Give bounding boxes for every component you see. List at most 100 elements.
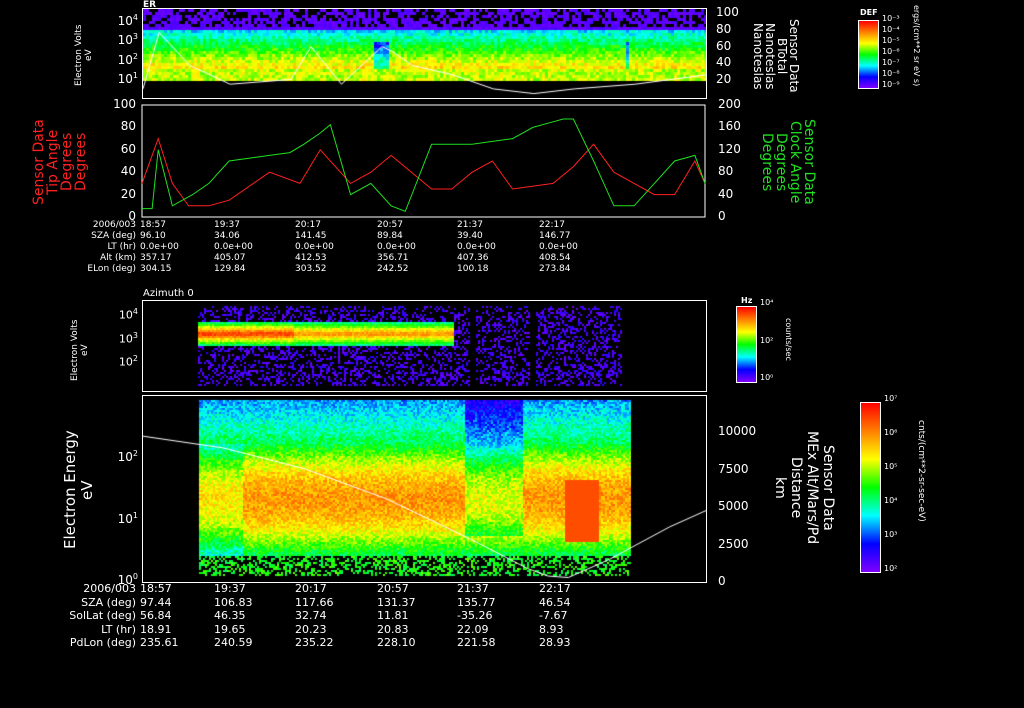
row-value: 19:37: [214, 582, 246, 595]
row-value: -35.26: [457, 609, 493, 622]
tick-base: 7500: [718, 461, 749, 476]
row-value: 117.66: [295, 595, 334, 609]
tick-base: 40: [120, 164, 136, 179]
tick-base: 10: [117, 72, 133, 86]
row-label: PdLon (deg): [69, 636, 136, 649]
tick-label: 80: [718, 164, 733, 178]
row-label: 2006/003: [83, 582, 136, 595]
tick-base: 0: [718, 209, 726, 223]
tick-base: 80: [716, 21, 732, 36]
def-colorbar-unit: ergs/(cm**2 sr eV s): [912, 5, 921, 87]
ll3: Degrees: [73, 132, 89, 192]
row-value: 303.52: [295, 264, 327, 274]
def-colorbar: [858, 20, 879, 89]
tick-base: 10: [118, 355, 133, 369]
tick-base: 10⁻⁴: [882, 25, 900, 34]
row-label: Alt (km): [99, 253, 136, 263]
flux-colorbar: [860, 402, 881, 573]
tick-label: 10²: [760, 336, 773, 345]
tick-base: 80: [718, 164, 734, 179]
tick-base: 10⁴: [884, 496, 898, 505]
tick-base: 10⁵: [884, 462, 898, 471]
row-value: 20:57: [377, 582, 409, 595]
tick-label: 102: [118, 52, 138, 67]
tick-label: 10⁻³: [882, 14, 900, 23]
row-value: 22:17: [539, 220, 565, 230]
tick-exp: 4: [132, 13, 138, 22]
axes-frame: [141, 104, 706, 218]
row-label: SolLat (deg): [69, 609, 136, 622]
tick-label: 102: [119, 354, 138, 369]
row-value: 0.0e+00: [140, 242, 179, 252]
tick-label: 103: [118, 32, 138, 47]
tick-label: 101: [118, 71, 138, 86]
tick-base: 200: [718, 97, 741, 111]
tick-base: 40: [716, 55, 732, 70]
tick-base: 10: [117, 450, 133, 464]
row-label: LT (hr): [101, 622, 136, 636]
row-value: 20:57: [377, 220, 403, 230]
row-value: 11.81: [377, 609, 409, 622]
tick-label: 10000: [718, 424, 756, 438]
tick-exp: 2: [132, 51, 138, 61]
tick-exp: 2: [132, 354, 138, 363]
rl1: BTotal: [775, 37, 789, 75]
tick-base: 10: [117, 52, 133, 67]
tick-label: 2500: [718, 537, 749, 551]
row-value: 0.0e+00: [539, 242, 578, 252]
tick-label: 40: [121, 164, 136, 178]
row-value: 240.59: [214, 636, 253, 649]
tick-label: 10⁻⁴: [882, 25, 900, 34]
tick-base: 10⁻⁵: [882, 36, 900, 45]
tick-label: 10²: [884, 564, 897, 573]
def-colorbar-title: DEF: [860, 8, 878, 17]
row-value: 89.84: [377, 231, 403, 241]
panel1-ylabel: Electron Volts eV: [74, 20, 94, 90]
panel1-right-label: Sensor Data BTotal Nanoteslas Nanoteslas: [751, 16, 801, 96]
er-spectrogram: [142, 8, 707, 99]
row-value: 19.65: [214, 622, 246, 636]
row-value: 56.84: [140, 609, 172, 622]
tick-label: 120: [718, 142, 741, 156]
tick-base: 20: [716, 72, 732, 86]
tick-label: 80: [121, 119, 136, 133]
ylabel-line: Electron Volts: [74, 24, 84, 86]
row-value: 32.74: [295, 609, 327, 622]
tick-label: 80: [716, 22, 731, 36]
rr3: Degrees: [759, 132, 775, 192]
tick-label: 10⁷: [884, 394, 897, 403]
tick-label: 10⁻⁸: [882, 69, 900, 78]
tick-label: 20: [121, 187, 136, 201]
tick-label: 160: [718, 119, 741, 133]
tick-label: 10⁻⁹: [882, 80, 900, 89]
tick-label: 10⁰: [760, 373, 773, 382]
tick-label: 10³: [884, 530, 897, 539]
rr0: Sensor Data: [801, 119, 817, 205]
hz-colorbar: [736, 306, 757, 383]
tick-exp: 3: [132, 330, 138, 340]
row-value: 242.52: [377, 264, 409, 274]
row-value: 235.61: [140, 636, 179, 649]
row-value: 131.37: [377, 595, 416, 609]
ylabel-unit: eV: [78, 480, 96, 500]
tick-label: 10⁻⁵: [882, 36, 900, 45]
tick-label: 104: [118, 13, 138, 28]
row-value: 0.0e+00: [377, 242, 416, 252]
tick-label: 40: [718, 187, 733, 201]
row-value: 18.91: [140, 622, 172, 636]
rl0: Sensor Data: [820, 445, 836, 531]
tick-label: 20: [716, 72, 731, 86]
row-value: 19:37: [214, 220, 240, 230]
ylabel-unit: eV: [80, 344, 90, 356]
tick-base: 10: [118, 332, 133, 346]
tick-base: 10⁻⁷: [882, 58, 900, 67]
rl1: MEx Alt/Mars/Pd: [804, 431, 820, 545]
row-value: 228.10: [377, 636, 416, 649]
row-value: 20.23: [295, 622, 327, 636]
azimuth-spectrogram: [142, 300, 707, 392]
tick-base: 100: [716, 5, 739, 19]
tick-label: 104: [119, 307, 138, 322]
tick-base: 10: [117, 14, 133, 28]
row-label: 2006/003: [92, 220, 136, 230]
row-value: 146.77: [539, 231, 571, 241]
